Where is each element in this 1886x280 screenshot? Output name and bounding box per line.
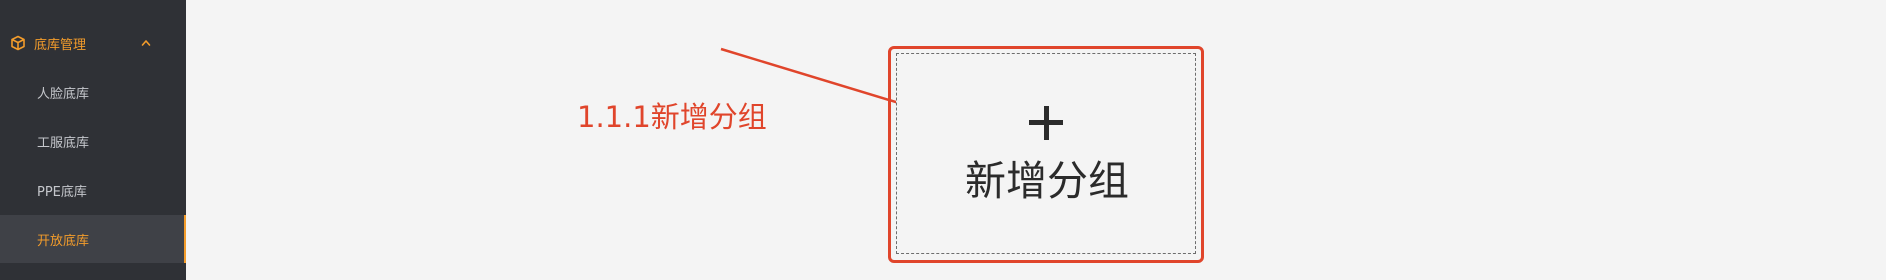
active-indicator: [184, 215, 186, 263]
chevron-up-icon[interactable]: [141, 38, 151, 48]
sidebar-item-uniform-library[interactable]: 工服底库: [0, 117, 186, 165]
cube-icon: [11, 35, 25, 51]
add-group-label: 新增分组: [965, 157, 1129, 205]
annotation-label: 1.1.1新增分组: [577, 100, 767, 134]
sidebar-menu-library-management[interactable]: 底库管理: [0, 22, 186, 64]
sidebar-item-ppe-library[interactable]: PPE底库: [0, 166, 186, 214]
sidebar-item-open-library[interactable]: 开放底库: [0, 215, 186, 263]
sidebar-item-label: 人脸底库: [37, 87, 90, 102]
add-group-button[interactable]: 新增分组: [896, 53, 1196, 254]
sidebar: 底库管理 人脸底库 工服底库 PPE底库 开放底库: [0, 0, 186, 280]
sidebar-item-face-library[interactable]: 人脸底库: [0, 68, 186, 116]
sidebar-menu-label: 底库管理: [34, 38, 87, 53]
plus-icon: [1029, 106, 1063, 140]
sidebar-item-label: 工服底库: [37, 136, 90, 151]
sidebar-item-label: 开放底库: [37, 234, 90, 249]
sidebar-item-label: PPE底库: [37, 185, 87, 200]
plus-vertical-stroke: [1044, 106, 1049, 140]
